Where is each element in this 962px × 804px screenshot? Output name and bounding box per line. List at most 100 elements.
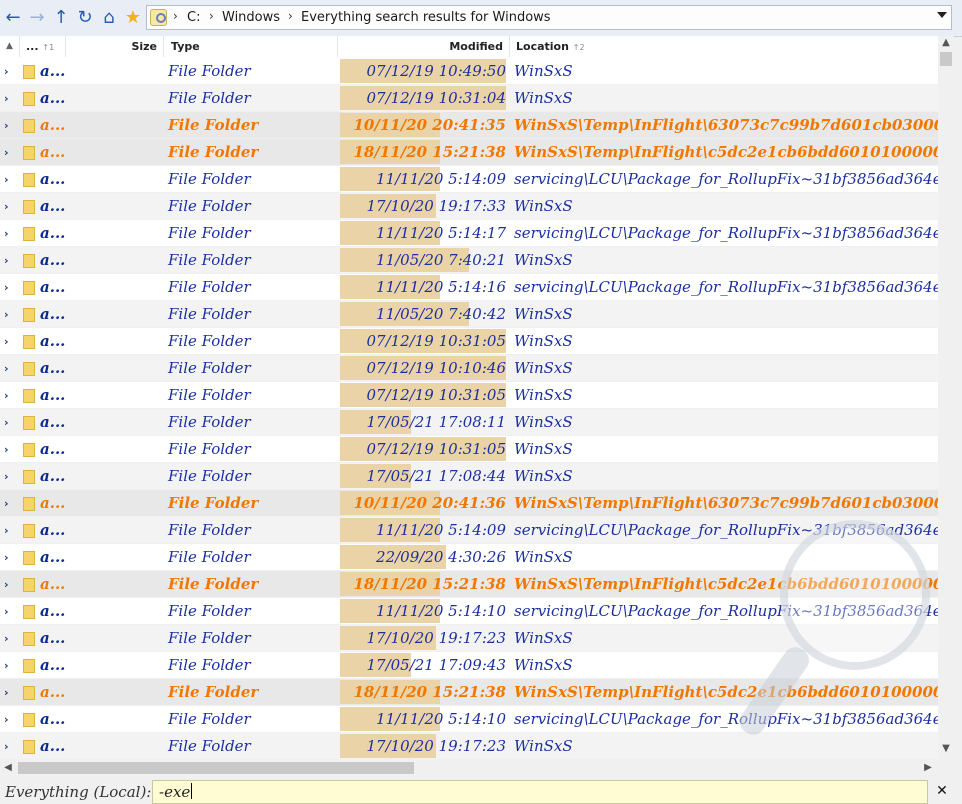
folder-icon [23, 524, 35, 538]
item-type: File Folder [168, 440, 251, 458]
list-item[interactable]: › a... File Folder 18/11/20 15:21:38 WinSxS\… [0, 679, 938, 706]
chevron-right-icon[interactable]: › [4, 200, 9, 213]
item-type: File Folder [168, 143, 259, 161]
chevron-right-icon[interactable]: › [4, 605, 9, 618]
header-modified[interactable]: Modified [338, 36, 510, 57]
chevron-right-icon[interactable]: › [4, 119, 9, 132]
list-item[interactable]: › a... File Folder 11/11/20 5:14:10 servicin… [0, 598, 938, 625]
list-item[interactable]: › a... File Folder 07/12/19 10:49:50 WinSxS [0, 58, 938, 85]
chevron-right-icon[interactable]: › [4, 389, 9, 402]
list-item[interactable]: › a... File Folder 07/12/19 10:31:05 WinSxS [0, 436, 938, 463]
list-item[interactable]: › a... File Folder 11/11/20 5:14:17 servicin… [0, 220, 938, 247]
address-bar[interactable]: › C: › Windows › Everything search resul… [146, 5, 952, 30]
refresh-icon[interactable]: ↻ [75, 8, 95, 28]
chevron-right-icon[interactable]: › [209, 9, 214, 23]
chevron-right-icon[interactable]: › [4, 146, 9, 159]
chevron-right-icon[interactable]: › [173, 9, 178, 23]
list-item[interactable]: › a... File Folder 17/10/20 19:17:33 WinSxS [0, 193, 938, 220]
arrow-right-icon[interactable]: → [27, 8, 47, 28]
chevron-right-icon[interactable]: › [4, 470, 9, 483]
close-icon[interactable]: ✕ [934, 783, 950, 799]
folder-icon [23, 281, 35, 295]
breadcrumb-windows[interactable]: Windows [222, 10, 280, 25]
scroll-up-icon[interactable]: ▲ [938, 36, 954, 50]
scroll-right-icon[interactable]: ▶ [920, 760, 936, 776]
list-item[interactable]: › a... File Folder 11/11/20 5:14:09 servicin… [0, 166, 938, 193]
chevron-right-icon[interactable]: › [4, 740, 9, 753]
list-item[interactable]: › a... File Folder 17/05/21 17:08:44 WinSxS [0, 463, 938, 490]
list-item[interactable]: › a... File Folder 10/11/20 20:41:36 WinSxS\… [0, 490, 938, 517]
chevron-right-icon[interactable]: › [4, 362, 9, 375]
chevron-right-icon[interactable]: › [288, 9, 293, 23]
item-location: WinSxS\Temp\InFlight\c5dc2e1cb6bdd601010… [514, 683, 938, 701]
list-item[interactable]: › a... File Folder 10/11/20 20:41:35 WinSxS\… [0, 112, 938, 139]
item-type: File Folder [168, 467, 251, 485]
list-item[interactable]: › a... File Folder 11/05/20 7:40:42 WinSxS [0, 301, 938, 328]
list-item[interactable]: › a... File Folder 18/11/20 15:21:38 WinSxS\… [0, 571, 938, 598]
chevron-right-icon[interactable]: › [4, 416, 9, 429]
chevron-right-icon[interactable]: › [4, 632, 9, 645]
list-item[interactable]: › a... File Folder 17/10/20 19:17:23 WinSxS [0, 733, 938, 760]
item-modified: 07/12/19 10:31:04 [366, 89, 506, 107]
list-item[interactable]: › a... File Folder 18/11/20 15:21:38 WinSxS\… [0, 139, 938, 166]
chevron-down-icon[interactable] [937, 12, 947, 18]
item-name: a... [40, 602, 66, 620]
list-item[interactable]: › a... File Folder 11/11/20 5:14:09 servicin… [0, 517, 938, 544]
chevron-right-icon[interactable]: › [4, 686, 9, 699]
arrow-up-icon[interactable]: ↑ [51, 8, 71, 28]
chevron-right-icon[interactable]: › [4, 713, 9, 726]
item-modified: 18/11/20 15:21:38 [353, 143, 507, 161]
list-item[interactable]: › a... File Folder 17/05/21 17:08:11 WinSxS [0, 409, 938, 436]
chevron-right-icon[interactable]: › [4, 281, 9, 294]
chevron-right-icon[interactable]: › [4, 308, 9, 321]
list-item[interactable]: › a... File Folder 17/10/20 19:17:23 WinSxS [0, 625, 938, 652]
list-item[interactable]: › a... File Folder 11/11/20 5:14:10 servicin… [0, 706, 938, 733]
chevron-right-icon[interactable]: › [4, 524, 9, 537]
scroll-left-icon[interactable]: ◀ [0, 760, 16, 776]
header-collapse-icon[interactable]: ▲ [0, 36, 20, 57]
header-location[interactable]: Location ↑2 [510, 36, 938, 57]
list-item[interactable]: › a... File Folder 07/12/19 10:31:05 WinSxS [0, 328, 938, 355]
item-modified: 17/10/20 19:17:33 [366, 197, 506, 215]
chevron-right-icon[interactable]: › [4, 92, 9, 105]
item-modified: 11/11/20 5:14:17 [376, 224, 506, 242]
header-type[interactable]: Type [164, 36, 338, 57]
header-size[interactable]: Size [66, 36, 164, 57]
horizontal-scrollbar[interactable]: ◀ ▶ [0, 760, 938, 776]
chevron-right-icon[interactable]: › [4, 497, 9, 510]
list-item[interactable]: › a... File Folder 22/09/20 4:30:26 WinSxS [0, 544, 938, 571]
item-location: WinSxS [514, 197, 573, 215]
results-list[interactable]: › a... File Folder 07/12/19 10:49:50 WinSxS ›… [0, 58, 938, 760]
item-modified: 18/11/20 15:21:38 [353, 575, 507, 593]
vertical-scroll-thumb[interactable] [940, 52, 952, 66]
scroll-down-icon[interactable]: ▼ [938, 742, 954, 756]
list-item[interactable]: › a... File Folder 07/12/19 10:31:04 WinSxS [0, 85, 938, 112]
item-type: File Folder [168, 413, 251, 431]
chevron-right-icon[interactable]: › [4, 335, 9, 348]
list-item[interactable]: › a... File Folder 11/05/20 7:40:21 WinSxS [0, 247, 938, 274]
item-type: File Folder [168, 548, 251, 566]
chevron-right-icon[interactable]: › [4, 659, 9, 672]
horizontal-scroll-thumb[interactable] [18, 762, 414, 774]
list-item[interactable]: › a... File Folder 07/12/19 10:31:05 WinSxS [0, 382, 938, 409]
chevron-right-icon[interactable]: › [4, 254, 9, 267]
header-name[interactable]: ... ↑1 [20, 36, 66, 57]
chevron-right-icon[interactable]: › [4, 551, 9, 564]
star-icon[interactable]: ★ [123, 8, 143, 28]
chevron-right-icon[interactable]: › [4, 578, 9, 591]
chevron-right-icon[interactable]: › [4, 173, 9, 186]
breadcrumb-drive[interactable]: C: [187, 10, 200, 25]
vertical-scrollbar[interactable]: ▲ ▼ [938, 36, 954, 760]
list-item[interactable]: › a... File Folder 17/05/21 17:09:43 WinSxS [0, 652, 938, 679]
list-item[interactable]: › a... File Folder 07/12/19 10:10:46 WinSxS [0, 355, 938, 382]
item-type: File Folder [168, 62, 251, 80]
sort-order-location: 2 [579, 43, 585, 52]
chevron-right-icon[interactable]: › [4, 443, 9, 456]
list-item[interactable]: › a... File Folder 11/11/20 5:14:16 servicin… [0, 274, 938, 301]
chevron-right-icon[interactable]: › [4, 65, 9, 78]
home-icon[interactable]: ⌂ [99, 8, 119, 28]
arrow-left-icon[interactable]: ← [3, 8, 23, 28]
search-input[interactable]: -exe [152, 780, 928, 804]
breadcrumb-search-results[interactable]: Everything search results for Windows [301, 10, 551, 25]
chevron-right-icon[interactable]: › [4, 227, 9, 240]
